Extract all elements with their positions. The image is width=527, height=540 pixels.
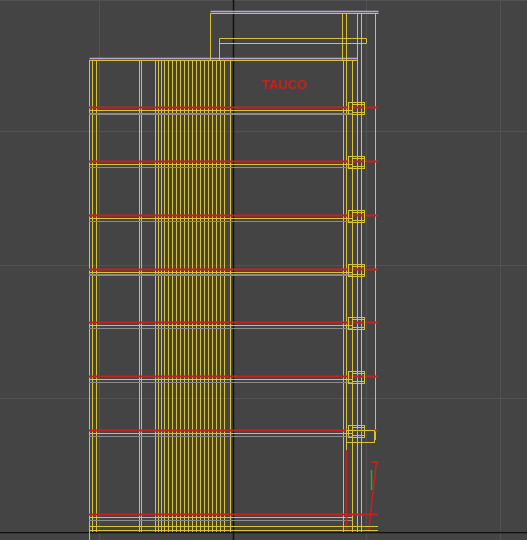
- entrance-ramp: [367, 461, 378, 533]
- wireframe-scene: TAUCO: [0, 0, 527, 540]
- facade-sign-text: TAUCO: [262, 77, 307, 92]
- 3d-viewport-front[interactable]: TAUCO: [0, 0, 527, 540]
